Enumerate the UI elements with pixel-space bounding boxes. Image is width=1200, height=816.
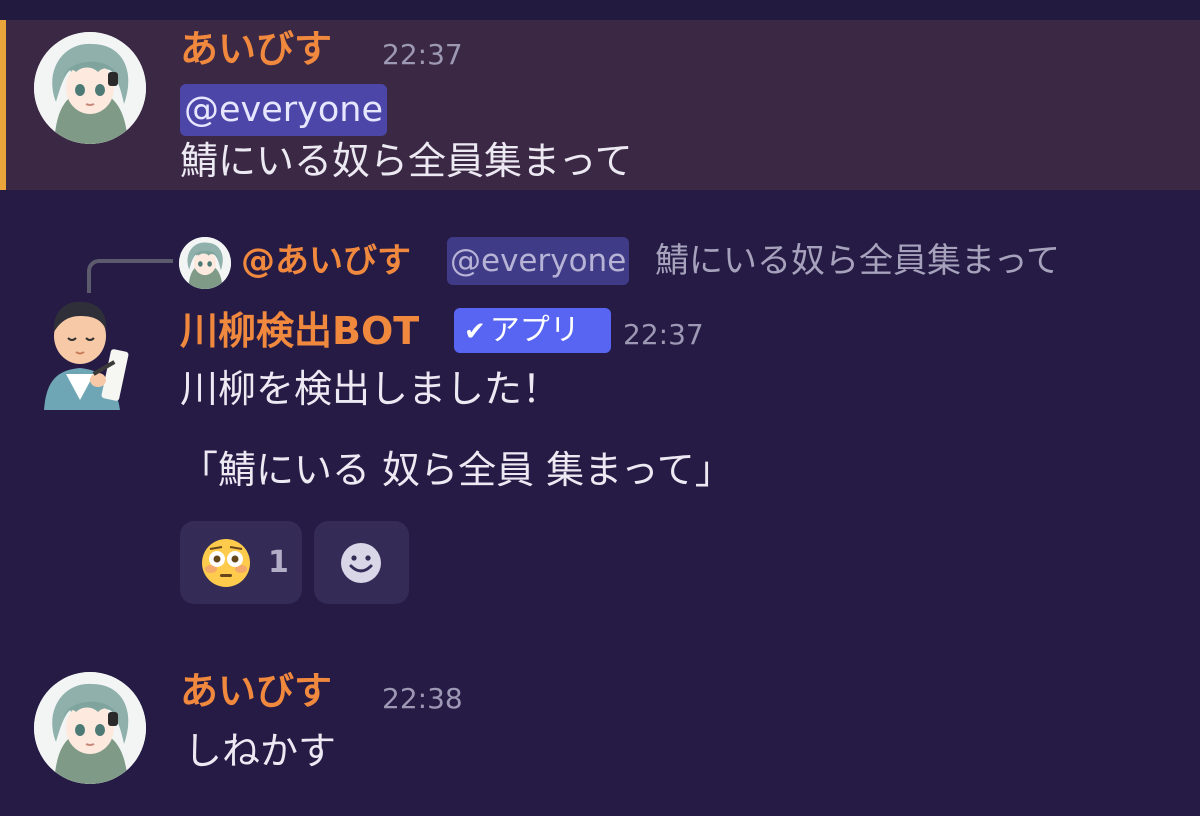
- anime-avatar-icon[interactable]: [179, 237, 231, 289]
- reply-author[interactable]: @あいびす: [241, 238, 411, 284]
- message-author[interactable]: あいびす: [180, 26, 332, 72]
- bot-message-line1: 川柳を検出しました！: [180, 367, 561, 411]
- message-author[interactable]: あいびす: [180, 668, 332, 714]
- add-reaction-icon: [341, 543, 381, 583]
- message-timestamp: 22:38: [382, 682, 463, 715]
- bot-author[interactable]: 川柳検出BOT: [180, 308, 419, 354]
- author-name[interactable]: あいびす: [180, 27, 332, 71]
- flushed-face-emoji: [202, 539, 250, 587]
- poet-avatar-icon[interactable]: [36, 290, 134, 410]
- reaction-count: 1: [268, 545, 289, 580]
- add-reaction-button[interactable]: [314, 521, 409, 604]
- bot-message-line2: 「鯖にいる 奴ら全員 集まって」: [180, 448, 733, 492]
- reply-connector-line: [87, 259, 173, 293]
- app-badge-label: アプリ: [489, 313, 580, 348]
- message-text: 鯖にいる奴ら全員集まって: [180, 139, 633, 183]
- message-timestamp: 22:37: [623, 318, 704, 351]
- mention-highlight-bar: [0, 20, 6, 190]
- top-strip: [0, 0, 1200, 20]
- checkmark-icon: ✔: [464, 317, 486, 347]
- anime-avatar-icon[interactable]: [34, 672, 146, 784]
- anime-avatar-icon[interactable]: [34, 32, 146, 144]
- reply-preview-text[interactable]: 鯖にいる奴ら全員集まって: [655, 238, 1060, 284]
- app-badge: ✔ アプリ: [454, 308, 611, 353]
- message-timestamp: 22:37: [382, 38, 463, 71]
- everyone-mention[interactable]: @everyone: [180, 84, 388, 136]
- reply-everyone-mention[interactable]: @everyone: [447, 237, 630, 285]
- message-text: しねかす: [184, 729, 337, 773]
